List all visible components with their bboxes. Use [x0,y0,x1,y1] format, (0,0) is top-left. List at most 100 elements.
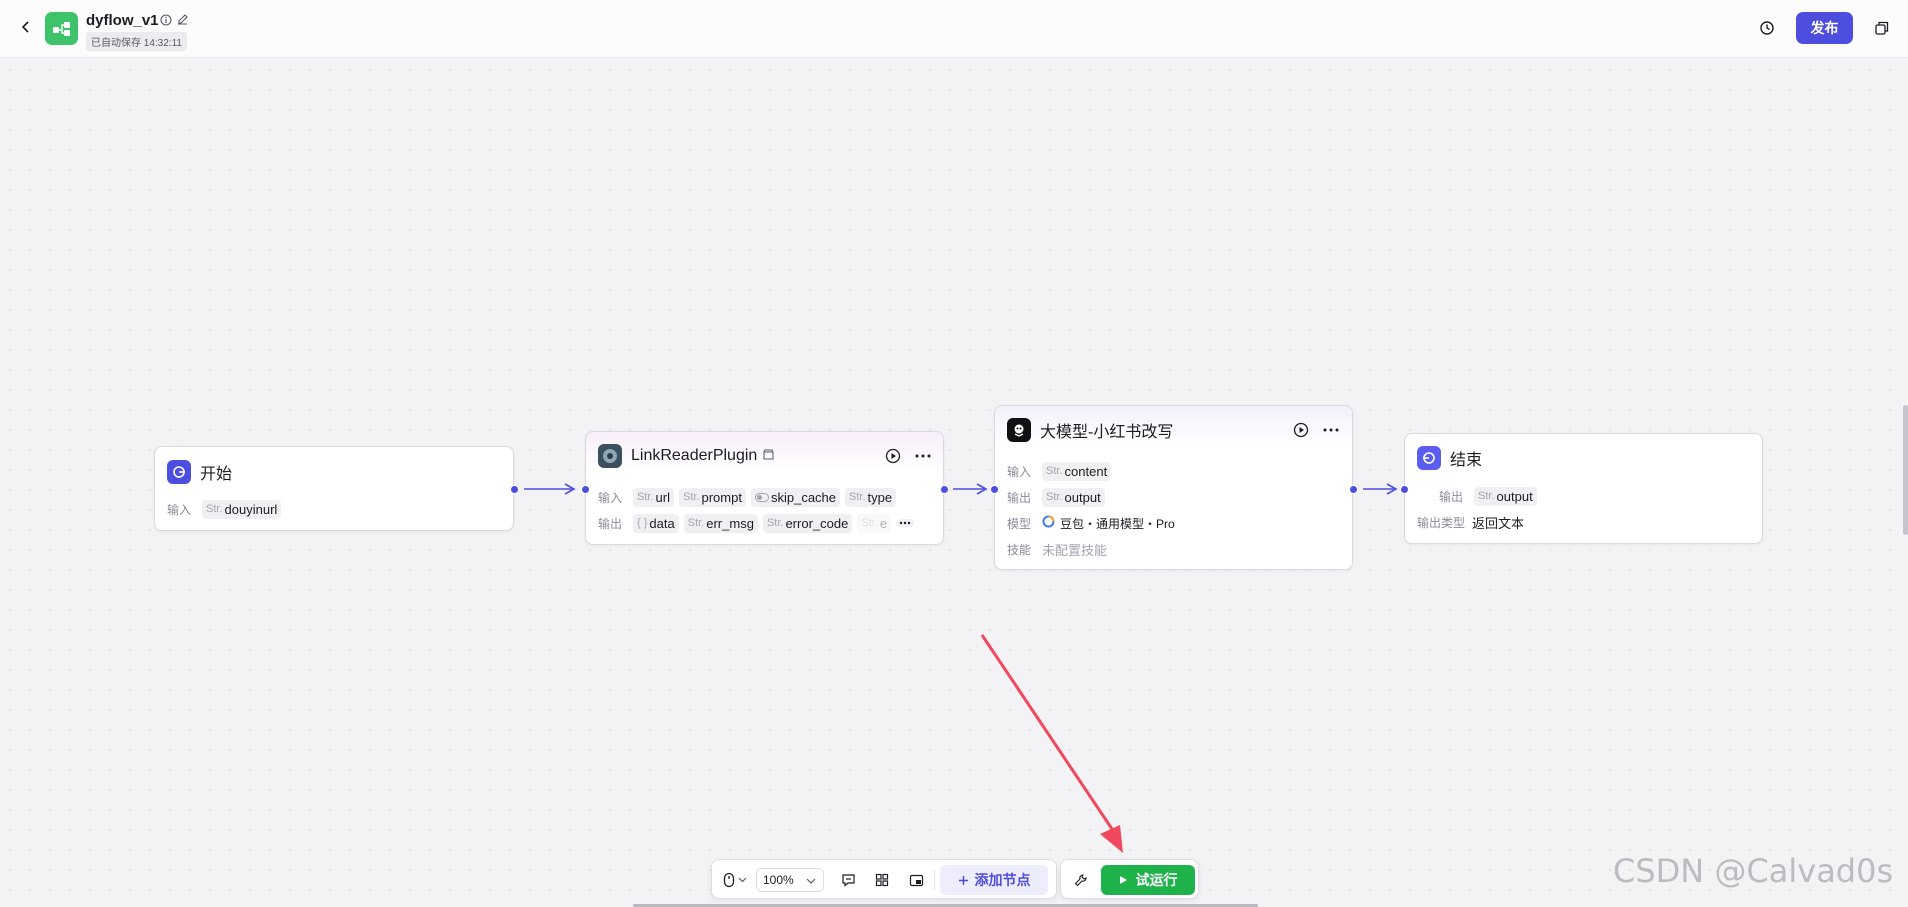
workflow-app-icon [45,12,78,45]
end-output-row: 输出 Str. output [1439,486,1537,506]
param-tag: Str. output [1042,487,1105,507]
node-header: 结束 [1417,445,1482,471]
output-type-value: 返回文本 [1472,515,1525,531]
start-icon [167,460,191,484]
play-circle-icon [885,448,901,464]
more-outputs-button[interactable] [896,519,915,527]
comment-button[interactable] [836,868,860,892]
node-title: 开始 [200,466,233,483]
comment-icon [841,874,855,887]
edge-start-link [524,483,576,495]
play-circle-icon [1293,422,1309,438]
zoom-select[interactable]: 100% [756,868,824,892]
param-tag: Str. error_code [762,513,853,533]
mouse-icon [723,872,735,888]
debug-tools-button[interactable] [1069,868,1093,892]
minimap-icon [909,874,923,886]
plugin-icon [598,444,622,468]
test-run-label: 试运行 [1135,872,1178,888]
output-type-label: 输出类型 [1417,515,1466,530]
add-node-button[interactable]: 添加节点 [940,865,1048,895]
play-icon [1119,876,1127,884]
run-node-button[interactable] [883,446,903,466]
llm-model-row: 模型 豆包・通用模型・Pro [1007,513,1175,533]
doubao-model-icon [1042,515,1055,531]
run-node-button[interactable] [1291,420,1311,440]
param-tag: Str. content [1042,461,1112,481]
link-reader-node[interactable]: LinkReaderPlugin 输入 Str. url Str. prompt s… [581,431,949,545]
add-node-label: 添加节点 [974,872,1031,888]
toggle-type-icon [754,490,769,505]
plus-icon [958,875,968,885]
chevron-down-icon [806,878,816,884]
output-handle[interactable] [1349,485,1358,494]
skill-label: 技能 [1007,542,1032,557]
output-label: 输出 [1007,490,1032,505]
model-label: 模型 [1007,516,1032,531]
title-actions [160,13,189,31]
edge-llm-end [1363,483,1398,495]
publish-button[interactable]: 发布 [1796,12,1853,44]
output-label: 输出 [1439,489,1464,504]
link-reader-output-row: 输出 { } data Str. err_msg Str. error_code St… [598,513,915,533]
test-run-button[interactable]: 试运行 [1101,865,1195,895]
workflow-icon [52,21,70,36]
edge-link-llm [953,483,988,495]
auto-layout-button[interactable] [870,868,894,892]
input-handle[interactable] [1400,485,1409,494]
run-toolbar: 试运行 [1060,859,1199,899]
node-header: 大模型-小红书改写 [1007,417,1173,443]
llm-output-row: 输出 Str. output [1007,487,1105,507]
more-icon [1323,428,1339,432]
llm-node[interactable]: 大模型-小红书改写 输入 Str. content 输出 Str. output 模… [990,405,1358,570]
llm-input-row: 输入 Str. content [1007,461,1112,481]
param-tag: Str. url [633,487,674,507]
node-header: 开始 [167,459,232,485]
watermark: CSDN @Calvad0s [1613,852,1894,890]
output-handle[interactable] [940,485,949,494]
interaction-mode-button[interactable] [720,868,750,892]
edit-icon[interactable] [176,13,189,31]
node-actions [883,446,933,466]
param-tag: Str. type [845,487,897,507]
store-icon [763,447,774,465]
node-title: 大模型-小红书改写 [1040,424,1174,441]
input-label: 输入 [167,502,192,517]
chevron-down-icon [738,877,747,883]
minimap-button[interactable] [904,868,928,892]
info-icon[interactable] [160,13,172,31]
copy-panel-icon [1875,21,1889,35]
link-reader-input-row: 输入 Str. url Str. prompt skip_cache Str. typ… [598,487,897,507]
llm-skill-row: 技能 未配置技能 [1007,539,1107,559]
more-button[interactable] [1321,420,1341,440]
output-label: 输出 [598,516,623,531]
history-button[interactable] [1756,17,1778,39]
input-handle[interactable] [990,485,999,494]
chevron-left-icon [21,21,29,33]
end-node[interactable]: 结束 输出 Str. output 输出类型 返回文本 [1400,433,1763,544]
more-icon [899,521,911,525]
start-input-row: 输入 Str. douyinurl [167,499,282,519]
toolbar-divider [934,870,935,890]
wrench-icon [1074,874,1087,887]
start-node[interactable]: 开始 输入 Str. douyinurl [154,446,519,531]
zoom-value: 100% [763,873,794,887]
vertical-scrollbar[interactable] [1903,405,1908,535]
end-output-type-row: 输出类型 返回文本 [1417,512,1524,532]
param-tag: Str. err_msg [683,513,758,533]
param-tag: { } data [633,513,679,533]
canvas-toolbar: 100% 添加节点 [711,859,1057,899]
param-tag: Str. douyinurl [202,499,282,519]
node-header: LinkReaderPlugin [598,443,774,469]
panel-toggle-button[interactable] [1870,16,1894,40]
input-handle[interactable] [581,485,590,494]
top-header: dyflow_v1 已自动保存 14:32:11 发布 [0,0,1908,58]
input-label: 输入 [598,490,623,505]
skill-value: 未配置技能 [1042,542,1108,558]
output-handle[interactable] [510,485,519,494]
param-tag: skip_cache [750,487,841,507]
back-button[interactable] [16,16,36,38]
param-tag: Str. output [1474,486,1537,506]
model-value: 豆包・通用模型・Pro [1060,516,1175,531]
more-button[interactable] [913,446,933,466]
